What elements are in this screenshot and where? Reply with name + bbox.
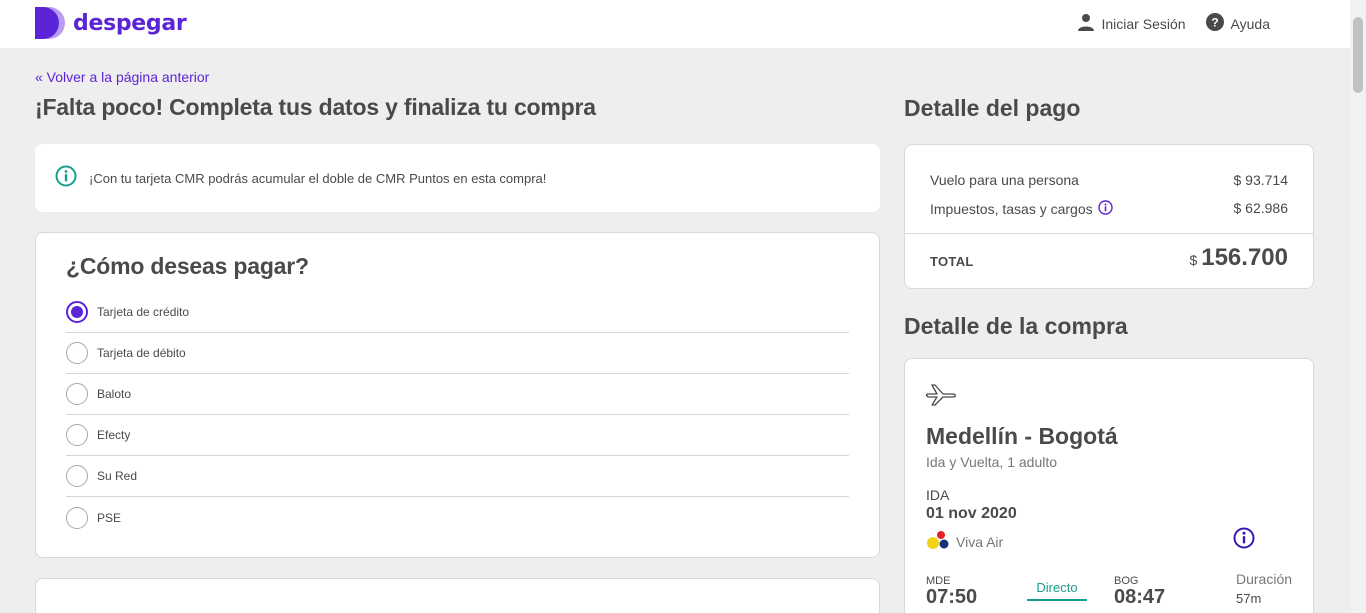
payment-option-label: Baloto xyxy=(97,387,132,401)
info-banner: ¡Con tu tarjeta CMR podrás acumular el d… xyxy=(35,144,880,212)
price-row-taxes: Impuestos, tasas y cargos $ 62.986 xyxy=(930,200,1288,218)
airline-name: Viva Air xyxy=(956,533,1004,550)
payment-option-label: Tarjeta de débito xyxy=(97,346,186,360)
help-label: Ayuda xyxy=(1230,15,1270,32)
login-button[interactable]: Iniciar Sesión xyxy=(1077,13,1186,34)
payment-title: ¿Cómo deseas pagar? xyxy=(66,253,309,279)
payment-option-credit-card[interactable]: Tarjeta de crédito xyxy=(66,292,849,333)
total-value: $ 156.700 xyxy=(1189,244,1288,272)
divider xyxy=(905,233,1313,234)
flight-date: 01 nov 2020 xyxy=(926,505,1017,522)
radio-button[interactable] xyxy=(66,465,88,487)
payment-option-su-red[interactable]: Su Red xyxy=(66,456,849,497)
scrollbar-thumb[interactable] xyxy=(1353,17,1363,93)
payment-option-baloto[interactable]: Baloto xyxy=(66,374,849,415)
info-banner-text: ¡Con tu tarjeta CMR podrás acumular el d… xyxy=(89,170,547,186)
payment-option-pse[interactable]: PSE xyxy=(66,497,849,538)
radio-button[interactable] xyxy=(66,342,88,364)
origin-time: 07:50 xyxy=(926,586,978,608)
flight-route: Medellín - Bogotá xyxy=(926,423,1118,449)
stops-label: Directo xyxy=(1027,580,1087,601)
price-value: $ 62.986 xyxy=(1233,200,1289,216)
payment-detail-title: Detalle del pago xyxy=(904,95,1081,121)
user-icon xyxy=(1077,13,1095,34)
purchase-detail-title: Detalle de la compra xyxy=(904,313,1128,339)
radio-button[interactable] xyxy=(66,301,88,323)
radio-button[interactable] xyxy=(66,506,88,529)
trip-type: Ida y Vuelta, 1 adulto xyxy=(926,454,1058,470)
help-icon: ? xyxy=(1205,13,1224,34)
brand-name: despegar xyxy=(73,10,187,36)
total-currency: $ xyxy=(1189,252,1198,268)
origin: MDE 07:50 xyxy=(926,575,977,607)
taxes-info-icon[interactable] xyxy=(1097,200,1113,218)
airline-logo-icon xyxy=(926,530,950,553)
info-icon xyxy=(55,165,77,192)
leg-label: IDA xyxy=(926,487,950,503)
payment-option-efecty[interactable]: Efecty xyxy=(66,415,849,456)
purchase-detail-card: Medellín - Bogotá Ida y Vuelta, 1 adulto… xyxy=(904,358,1314,613)
price-value: $ 93.714 xyxy=(1233,172,1289,188)
duration-value: 57m xyxy=(1236,591,1262,606)
destination-time: 08:47 xyxy=(1114,586,1166,608)
payment-option-label: PSE xyxy=(97,510,122,525)
payment-detail-card: Vuelo para una persona $ 93.714 Impuesto… xyxy=(904,144,1314,289)
payment-option-label: Efecty xyxy=(97,428,131,442)
price-label: Vuelo para una persona xyxy=(930,172,1079,188)
next-section-card xyxy=(35,578,880,613)
payment-method-card: ¿Cómo deseas pagar? Tarjeta de crédito T… xyxy=(35,232,880,558)
duration: Duración 57m xyxy=(1236,571,1292,606)
svg-text:?: ? xyxy=(1211,16,1218,30)
payment-option-label: Tarjeta de crédito xyxy=(97,305,190,319)
page-title: ¡Falta poco! Completa tus datos y finali… xyxy=(35,94,596,120)
top-bar: despegar Iniciar Sesión ? Ayuda xyxy=(0,0,1350,48)
help-button[interactable]: ? Ayuda xyxy=(1205,13,1270,34)
login-label: Iniciar Sesión xyxy=(1101,15,1186,32)
destination: BOG 08:47 xyxy=(1114,575,1165,607)
page-scrollbar[interactable] xyxy=(1350,0,1366,613)
radio-button[interactable] xyxy=(66,383,88,405)
radio-button[interactable] xyxy=(66,424,88,446)
payment-option-debit-card[interactable]: Tarjeta de débito xyxy=(66,333,849,374)
total-amount: 156.700 xyxy=(1201,244,1288,271)
price-label: Impuestos, tasas y cargos xyxy=(930,201,1093,217)
airline: Viva Air xyxy=(926,530,1003,553)
logo-icon xyxy=(35,7,67,39)
airplane-icon xyxy=(925,383,958,412)
total-label: TOTAL xyxy=(930,254,974,269)
back-link[interactable]: « Volver a la página anterior xyxy=(35,69,209,85)
payment-option-label: Su Red xyxy=(97,469,138,483)
duration-label: Duración xyxy=(1236,571,1293,587)
flight-info-icon[interactable] xyxy=(1233,527,1255,554)
price-row-flight: Vuelo para una persona $ 93.714 xyxy=(930,172,1288,188)
brand-logo[interactable]: despegar xyxy=(35,7,187,39)
payment-options: Tarjeta de crédito Tarjeta de débito Bal… xyxy=(66,292,849,538)
